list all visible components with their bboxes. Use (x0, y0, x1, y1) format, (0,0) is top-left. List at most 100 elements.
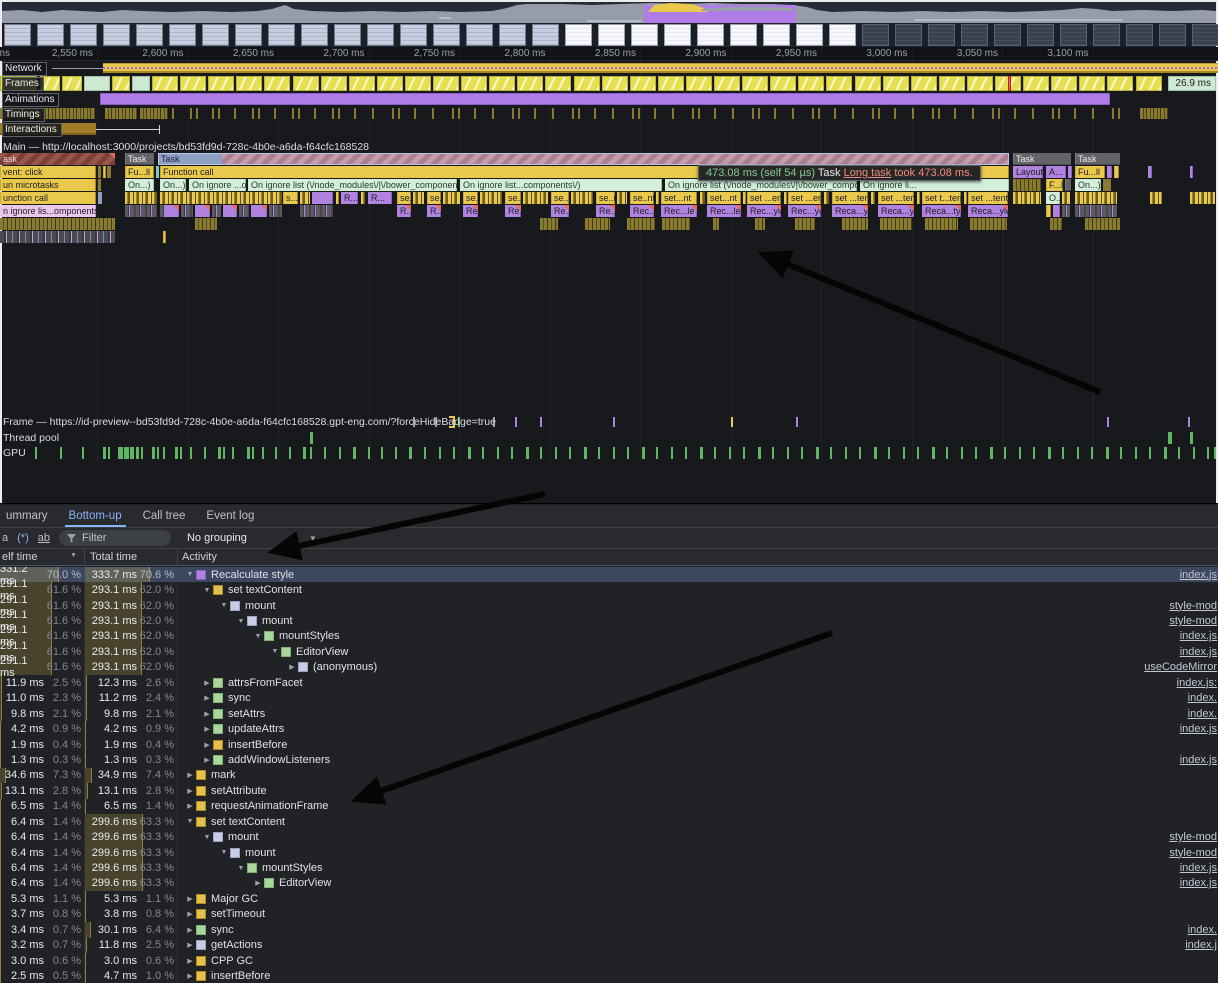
frame-block[interactable] (1107, 76, 1133, 91)
filmstrip-thumbnail[interactable] (466, 24, 493, 46)
table-row[interactable]: 11.0 ms2.3 %11.2 ms2.4 %▶syncindex. (0, 691, 1218, 706)
flame-block[interactable] (1062, 192, 1070, 204)
interactions-track[interactable]: Interactions (0, 122, 1218, 136)
filmstrip-thumbnail[interactable] (1060, 24, 1087, 46)
self-time-column-header[interactable]: elf time (2, 551, 37, 563)
source-link[interactable]: index.js (1180, 630, 1218, 642)
flame-block[interactable]: Layout (1013, 166, 1043, 178)
flame-block[interactable]: A... (1046, 166, 1066, 178)
filmstrip-thumbnail[interactable] (1027, 24, 1054, 46)
table-row[interactable]: 291.1 ms61.6 %293.1 ms62.0 %▼mountStyles… (0, 629, 1218, 644)
frame-block[interactable] (349, 76, 375, 91)
filmstrip-thumbnail[interactable] (268, 24, 295, 46)
table-row[interactable]: 1.3 ms0.3 %1.3 ms0.3 %▶addWindowListener… (0, 752, 1218, 767)
flame-block[interactable] (222, 153, 1009, 165)
flame-block[interactable]: se..nt (505, 192, 521, 204)
flame-block[interactable]: Re...le (505, 205, 521, 217)
flame-block[interactable] (165, 205, 179, 217)
filmstrip-thumbnail[interactable] (4, 24, 31, 46)
table-row[interactable]: 291.1 ms61.6 %293.1 ms62.0 %▼set textCon… (0, 582, 1218, 597)
flame-block[interactable]: Rec...le (661, 205, 697, 217)
flame-block[interactable]: s...t (283, 192, 298, 204)
flame-block[interactable]: Rec...yle (788, 205, 821, 217)
filmstrip-thumbnail[interactable] (37, 24, 64, 46)
frame-block[interactable] (855, 76, 881, 91)
tab-call-tree[interactable]: Call tree (137, 505, 192, 527)
source-link[interactable]: index.js (1180, 877, 1218, 889)
filmstrip-thumbnail[interactable] (532, 24, 559, 46)
frame-block[interactable] (62, 76, 82, 91)
flame-block[interactable] (0, 218, 115, 230)
filmstrip-thumbnail[interactable] (1093, 24, 1120, 46)
flame-block[interactable] (156, 166, 159, 178)
filmstrip-thumbnail[interactable] (103, 24, 130, 46)
frame-block[interactable] (489, 76, 515, 91)
frame-block[interactable] (264, 76, 290, 91)
frame-block[interactable] (180, 76, 206, 91)
main-thread-header[interactable]: Main — http://localhost:3000/projects/bd… (3, 141, 369, 153)
frame-block[interactable] (1023, 76, 1049, 91)
flame-block[interactable] (784, 192, 787, 204)
flame-block[interactable] (1050, 218, 1062, 230)
flame-block[interactable] (917, 192, 920, 204)
frame-block[interactable] (152, 76, 178, 91)
filmstrip-thumbnail[interactable] (796, 24, 823, 46)
flame-block[interactable] (163, 231, 166, 243)
flame-block[interactable] (1190, 166, 1193, 178)
frame-block[interactable] (517, 76, 543, 91)
flame-block[interactable] (125, 205, 157, 217)
source-link[interactable]: useCodeMirror (1144, 661, 1218, 673)
filmstrip-thumbnail[interactable] (730, 24, 757, 46)
collapse-icon[interactable]: ▼ (235, 865, 247, 872)
table-row[interactable]: 34.6 ms7.3 %34.9 ms7.4 %▶mark (0, 768, 1218, 783)
flame-block[interactable] (336, 192, 339, 204)
animations-track[interactable]: Animations (0, 92, 1218, 106)
table-row[interactable]: 3.7 ms0.8 %3.8 ms0.8 %▶setTimeout (0, 907, 1218, 922)
flame-block[interactable] (970, 218, 1007, 230)
flame-block[interactable]: n ignore lis...omponents\/) (0, 205, 96, 217)
flame-block[interactable]: set ...ent (747, 192, 781, 204)
expand-icon[interactable]: ▶ (184, 926, 196, 934)
filmstrip-thumbnail[interactable] (1192, 24, 1218, 46)
expand-icon[interactable]: ▶ (184, 802, 196, 810)
flame-block[interactable] (1075, 205, 1117, 217)
table-row[interactable]: 6.5 ms1.4 %6.5 ms1.4 %▶requestAnimationF… (0, 799, 1218, 814)
flame-block[interactable] (1013, 192, 1041, 204)
table-row[interactable]: 6.4 ms1.4 %299.6 ms63.3 %▶EditorViewinde… (0, 876, 1218, 891)
frame-block[interactable] (377, 76, 403, 91)
flame-block[interactable] (98, 192, 102, 204)
source-link[interactable]: style-mod (1169, 847, 1218, 859)
expand-icon[interactable]: ▶ (184, 941, 196, 949)
flame-block[interactable]: unction call (0, 192, 96, 204)
flame-block[interactable]: set ...tent (832, 192, 868, 204)
flame-block[interactable]: Rec...le (707, 205, 741, 217)
flame-block[interactable] (195, 218, 217, 230)
table-row[interactable]: 13.1 ms2.8 %13.1 ms2.8 %▶setAttribute (0, 783, 1218, 798)
flame-block[interactable]: un microtasks (0, 179, 96, 191)
frame-block[interactable] (208, 76, 234, 91)
flame-block[interactable] (656, 192, 659, 204)
flame-block[interactable] (160, 192, 282, 204)
frame-block[interactable] (293, 76, 319, 91)
expand-icon[interactable]: ▶ (201, 694, 213, 702)
frame-block[interactable] (545, 76, 571, 91)
table-row[interactable]: 331.2 ms70.0 %333.7 ms70.6 %▼Recalculate… (0, 567, 1218, 582)
source-link[interactable]: index.j (1185, 939, 1218, 951)
flame-block[interactable] (842, 218, 868, 230)
flame-block[interactable]: R... (341, 192, 358, 204)
tab-event-log[interactable]: Event log (200, 505, 260, 527)
timings-track[interactable]: Timings (0, 107, 1218, 121)
filmstrip-thumbnail[interactable] (862, 24, 889, 46)
flame-block[interactable]: F...l (1046, 179, 1063, 191)
table-row[interactable]: 6.4 ms1.4 %299.6 ms63.3 %▼mountstyle-mod (0, 845, 1218, 860)
flame-block[interactable] (627, 218, 655, 230)
expand-icon[interactable]: ▶ (201, 756, 213, 764)
flame-block[interactable] (1085, 218, 1120, 230)
column-divider[interactable] (177, 549, 178, 566)
flame-block[interactable] (107, 166, 111, 178)
flame-block[interactable] (269, 205, 282, 217)
collapse-icon[interactable]: ▼ (252, 633, 264, 640)
table-row[interactable]: 6.4 ms1.4 %299.6 ms63.3 %▼mountstyle-mod (0, 829, 1218, 844)
flame-block[interactable]: On ignore list...components\/) (460, 179, 662, 191)
source-link[interactable]: index.js (1180, 862, 1218, 874)
